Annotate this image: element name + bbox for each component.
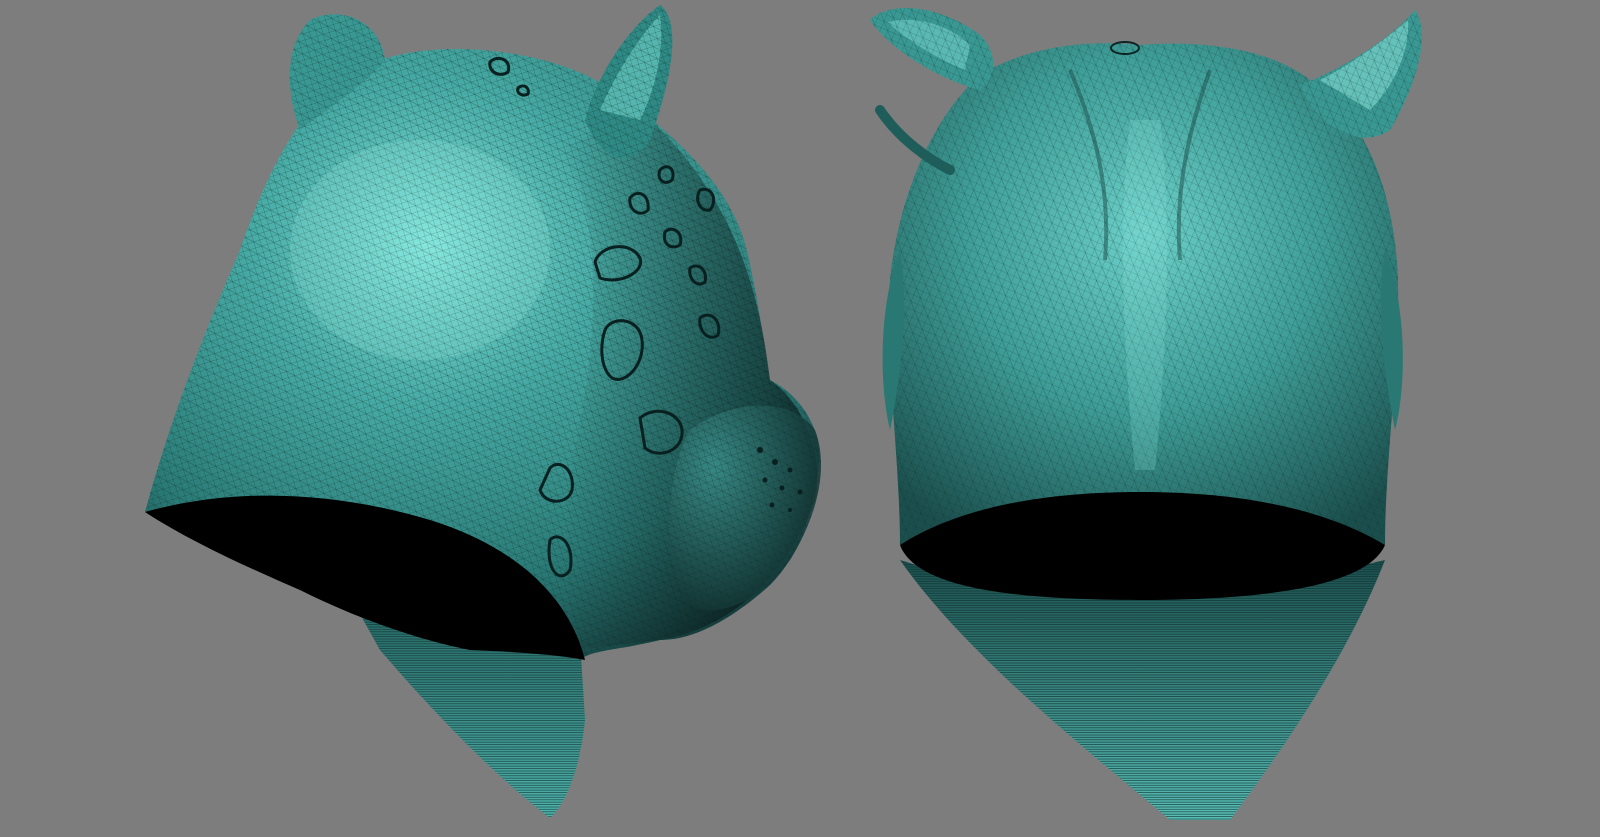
leopard-head-side-view <box>145 5 821 818</box>
leopard-head-back-view <box>870 8 1422 820</box>
render-viewport <box>0 0 1600 837</box>
